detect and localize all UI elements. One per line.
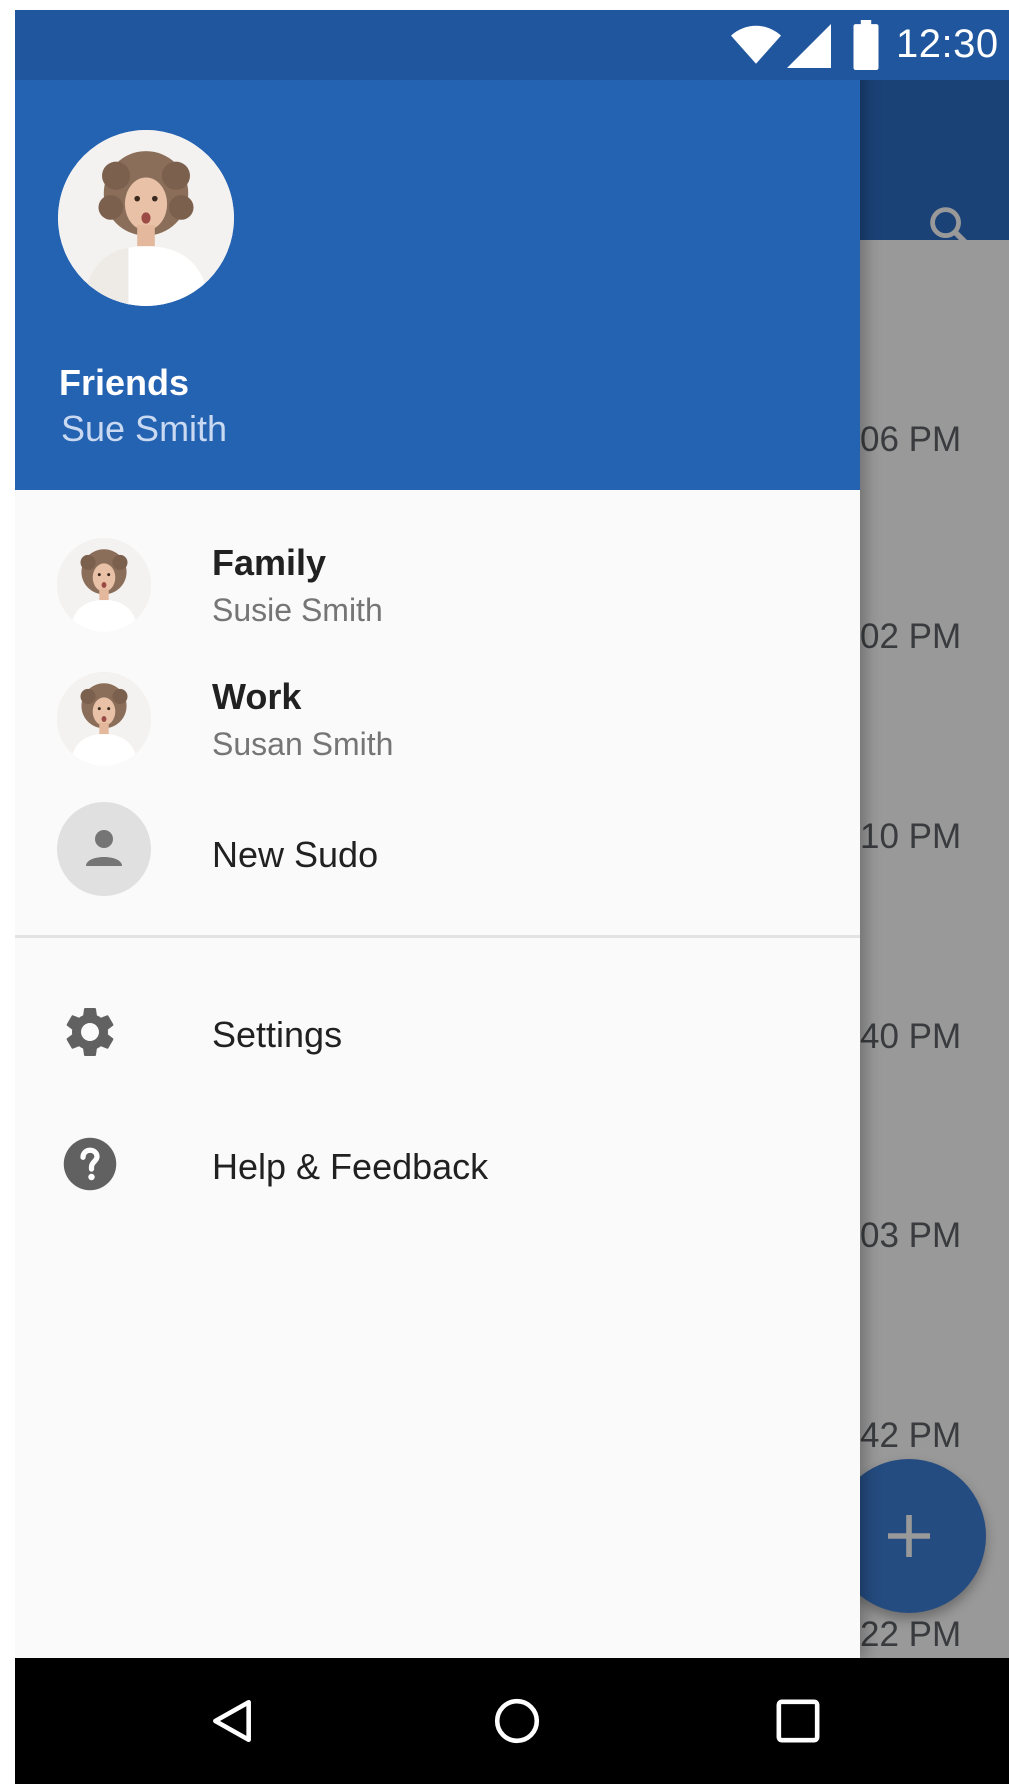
navigation-drawer: Friends Sue Smith Family Susie Smith Wor… bbox=[15, 10, 860, 1658]
sudo-item-family[interactable]: Family Susie Smith bbox=[15, 526, 860, 646]
status-bar: 12:30 bbox=[15, 10, 1009, 80]
avatar-placeholder bbox=[57, 802, 151, 896]
profile-photo bbox=[57, 538, 151, 632]
avatar bbox=[57, 672, 151, 766]
avatar bbox=[57, 538, 151, 632]
home-icon[interactable] bbox=[492, 1696, 542, 1746]
drawer-divider bbox=[15, 935, 860, 938]
sudo-item-title: Family bbox=[212, 542, 327, 583]
status-time: 12:30 bbox=[896, 22, 999, 66]
recents-icon[interactable] bbox=[775, 1698, 821, 1744]
phone-screen: 06 PM 02 PM 10 PM 40 PM 03 PM 42 PM 22 P… bbox=[15, 10, 1009, 1784]
sudo-item-work[interactable]: Work Susan Smith bbox=[15, 660, 860, 780]
menu-item-label: Help & Feedback bbox=[212, 1146, 489, 1187]
signal-icon bbox=[787, 24, 831, 68]
drawer-header[interactable]: Friends Sue Smith bbox=[15, 80, 860, 490]
help-icon bbox=[63, 1137, 117, 1191]
menu-item-help-feedback[interactable]: Help & Feedback bbox=[15, 1108, 860, 1218]
menu-item-settings[interactable]: Settings bbox=[15, 976, 860, 1086]
menu-item-label: Settings bbox=[212, 1014, 343, 1055]
gear-icon bbox=[66, 1008, 114, 1056]
wifi-icon bbox=[731, 25, 781, 64]
sudo-item-subtitle: Susan Smith bbox=[212, 726, 394, 762]
profile-photo bbox=[58, 130, 234, 306]
sudo-owner-name: Sue Smith bbox=[61, 408, 228, 449]
back-icon[interactable] bbox=[207, 1696, 257, 1746]
battery-icon bbox=[853, 20, 879, 70]
profile-photo bbox=[57, 672, 151, 766]
system-nav-bar bbox=[15, 1658, 1009, 1784]
avatar[interactable] bbox=[58, 130, 234, 306]
new-sudo-button[interactable]: New Sudo bbox=[15, 792, 860, 912]
new-sudo-label: New Sudo bbox=[212, 834, 379, 875]
sudo-item-title: Work bbox=[212, 676, 302, 717]
sudo-item-subtitle: Susie Smith bbox=[212, 592, 383, 628]
sudo-name: Friends bbox=[59, 362, 190, 403]
person-icon bbox=[86, 830, 122, 866]
